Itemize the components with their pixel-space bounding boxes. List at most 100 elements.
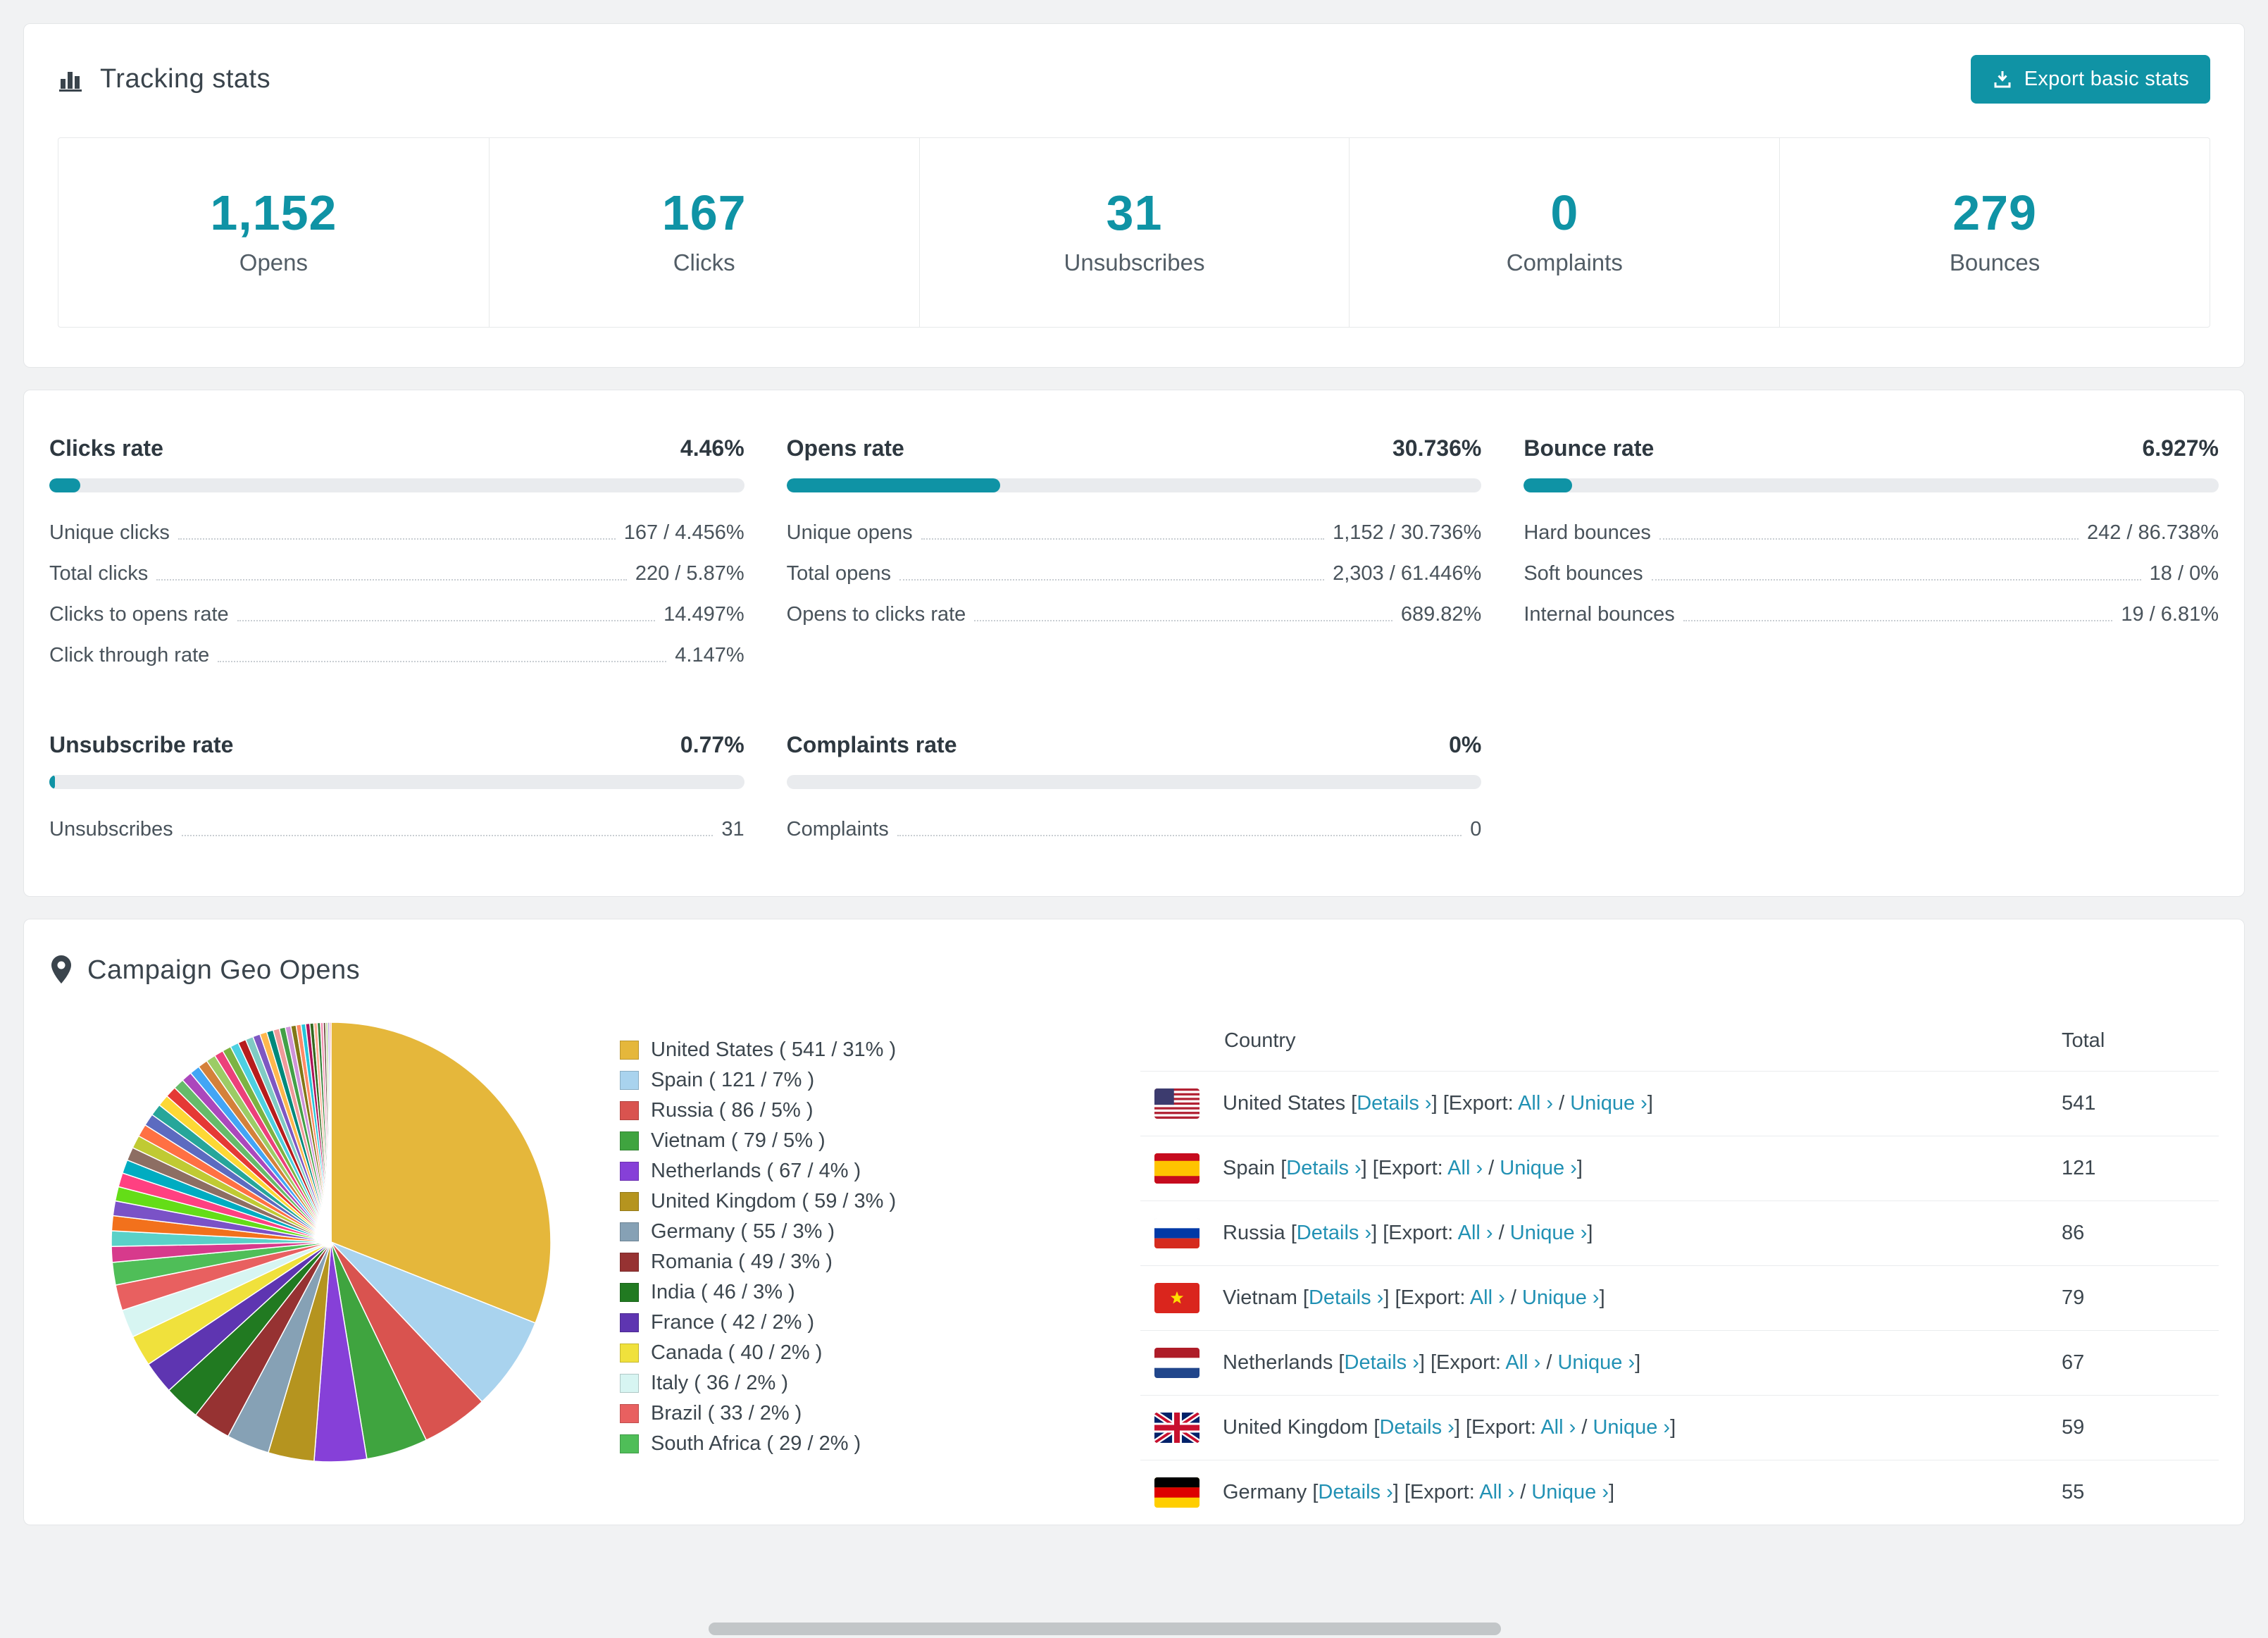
rate-metric-row: Unique clicks 167 / 4.456% [49, 509, 744, 550]
export-all-link[interactable]: All › [1458, 1222, 1493, 1244]
country-cell: Germany [Details ›] [Export: All › / Uni… [1223, 1481, 1615, 1503]
country-total: 67 [2062, 1351, 2085, 1374]
metric-label: Soft bounces [1524, 562, 1643, 585]
clicks-rate-progress-fill [49, 478, 80, 492]
geo-table-header-country: Country [1224, 1029, 1296, 1052]
metric-label: Unique opens [786, 521, 913, 544]
country-cell: Vietnam [Details ›] [Export: All › / Uni… [1223, 1286, 1605, 1309]
legend-item: France ( 42 / 2% ) [620, 1308, 1042, 1338]
geo-table-row: Spain [Details ›] [Export: All › / Uniqu… [1140, 1136, 2219, 1200]
unsubscribe-rate-progress-fill [49, 775, 55, 789]
metric-label: Clicks to opens rate [49, 603, 229, 626]
metric-value: 0 [1470, 818, 1482, 840]
stat-unsubscribes-label: Unsubscribes [1064, 249, 1205, 275]
country-total: 55 [2062, 1481, 2085, 1503]
geo-table: Country Total United States [Details ›] … [1140, 1017, 2219, 1525]
export-basic-stats-button[interactable]: Export basic stats [1970, 55, 2210, 104]
clicks-rate-rows: Unique clicks 167 / 4.456% Total clicks 220… [49, 509, 744, 673]
legend-label: Brazil ( 33 / 2% ) [651, 1402, 802, 1425]
export-download-icon [1994, 70, 2011, 87]
geo-table-body: United States [Details ›] [Export: All ›… [1140, 1071, 2219, 1525]
bounce-rate-progress [1524, 478, 2219, 492]
unsubscribe-rate-progress [49, 775, 744, 789]
rate-metric-row: Click through rate 4.147% [49, 632, 744, 673]
legend-label: Germany ( 55 / 3% ) [651, 1220, 835, 1243]
details-link[interactable]: Details › [1345, 1351, 1419, 1374]
unsubscribe-rate-title: Unsubscribe rate [49, 732, 234, 757]
details-link[interactable]: Details › [1379, 1416, 1454, 1439]
legend-label: South Africa ( 29 / 2% ) [651, 1432, 861, 1455]
details-link[interactable]: Details › [1286, 1157, 1361, 1179]
legend-label: Canada ( 40 / 2% ) [651, 1341, 823, 1364]
legend-item: India ( 46 / 3% ) [620, 1277, 1042, 1308]
dotted-leader [1651, 579, 2141, 581]
export-unique-link[interactable]: Unique › [1557, 1351, 1635, 1374]
export-all-link[interactable]: All › [1447, 1157, 1483, 1179]
bounce-rate-title: Bounce rate [1524, 435, 1655, 461]
legend-swatch [620, 1162, 639, 1181]
campaign-geo-opens-card: Campaign Geo Opens United States ( 541 /… [23, 919, 2245, 1525]
legend-label: France ( 42 / 2% ) [651, 1311, 815, 1334]
legend-swatch [620, 1374, 639, 1393]
legend-item: United States ( 541 / 31% ) [620, 1035, 1042, 1065]
legend-item: Brazil ( 33 / 2% ) [620, 1398, 1042, 1429]
legend-label: Italy ( 36 / 2% ) [651, 1372, 789, 1394]
country-cell: Spain [Details ›] [Export: All › / Uniqu… [1223, 1157, 1583, 1179]
rate-metric-row: Complaints 0 [787, 806, 1482, 847]
clicks-rate-value: 4.46% [680, 435, 744, 461]
geo-pie-chart [106, 1017, 556, 1468]
export-unique-link[interactable]: Unique › [1522, 1286, 1600, 1309]
legend-item: Germany ( 55 / 3% ) [620, 1217, 1042, 1247]
rates-card: Clicks rate 4.46% Unique clicks 167 / 4.4… [23, 390, 2245, 897]
stat-clicks-label: Clicks [673, 249, 735, 275]
dotted-leader [899, 579, 1325, 581]
dotted-leader [177, 538, 616, 540]
export-unique-link[interactable]: Unique › [1593, 1416, 1670, 1439]
country-flag-ru [1154, 1218, 1200, 1248]
metric-label: Total opens [786, 562, 891, 585]
rate-metric-row: Soft bounces 18 / 0% [1524, 550, 2219, 591]
metric-label: Internal bounces [1524, 603, 1675, 626]
stat-unsubscribes: 31 Unsubscribes [918, 138, 1350, 327]
export-unique-link[interactable]: Unique › [1531, 1481, 1609, 1503]
tracking-stats-header: Tracking stats Export basic stats [58, 55, 2210, 104]
country-total: 79 [2062, 1286, 2085, 1309]
metric-value: 4.147% [675, 644, 744, 666]
legend-label: India ( 46 / 3% ) [651, 1281, 795, 1303]
stats-summary-grid: 1,152 Opens 167 Clicks 31 Unsubscribes 0… [58, 137, 2210, 328]
export-all-link[interactable]: All › [1540, 1416, 1576, 1439]
country-flag-es [1154, 1153, 1200, 1184]
dotted-leader [897, 835, 1462, 836]
details-link[interactable]: Details › [1297, 1222, 1371, 1244]
export-unique-link[interactable]: Unique › [1510, 1222, 1588, 1244]
export-all-link[interactable]: All › [1479, 1481, 1514, 1503]
metric-value: 2,303 / 61.446% [1333, 562, 1482, 585]
legend-swatch [620, 1071, 639, 1090]
export-unique-link[interactable]: Unique › [1500, 1157, 1577, 1179]
metric-value: 1,152 / 30.736% [1333, 521, 1482, 544]
details-link[interactable]: Details › [1309, 1286, 1383, 1309]
horizontal-scrollbar-thumb[interactable] [709, 1623, 1501, 1635]
stat-bounces-value: 279 [1952, 185, 2037, 240]
export-all-link[interactable]: All › [1505, 1351, 1540, 1374]
metric-label: Unique clicks [49, 521, 170, 544]
dotted-leader [974, 620, 1392, 621]
export-all-link[interactable]: All › [1518, 1092, 1553, 1115]
export-all-link[interactable]: All › [1470, 1286, 1505, 1309]
legend-swatch [620, 1404, 639, 1423]
rate-metric-row: Total opens 2,303 / 61.446% [787, 550, 1482, 591]
geo-table-row: Russia [Details ›] [Export: All › / Uniq… [1140, 1200, 2219, 1265]
details-link[interactable]: Details › [1357, 1092, 1431, 1115]
export-unique-link[interactable]: Unique › [1570, 1092, 1647, 1115]
details-link[interactable]: Details › [1318, 1481, 1392, 1503]
unsubscribe-rate-block: Unsubscribe rate 0.77% Unsubscribes 31 [49, 732, 744, 847]
country-flag-vn [1154, 1283, 1200, 1313]
bounce-rate-block: Bounce rate 6.927% Hard bounces 242 / 86.… [1524, 435, 2219, 673]
legend-label: United Kingdom ( 59 / 3% ) [651, 1190, 897, 1212]
legend-swatch [620, 1253, 639, 1272]
legend-swatch [620, 1344, 639, 1363]
legend-label: Russia ( 86 / 5% ) [651, 1099, 814, 1122]
country-total: 541 [2062, 1092, 2096, 1115]
stat-complaints: 0 Complaints [1349, 138, 1779, 327]
geo-content: United States ( 541 / 31% ) Spain ( 121 /… [49, 1017, 2219, 1525]
